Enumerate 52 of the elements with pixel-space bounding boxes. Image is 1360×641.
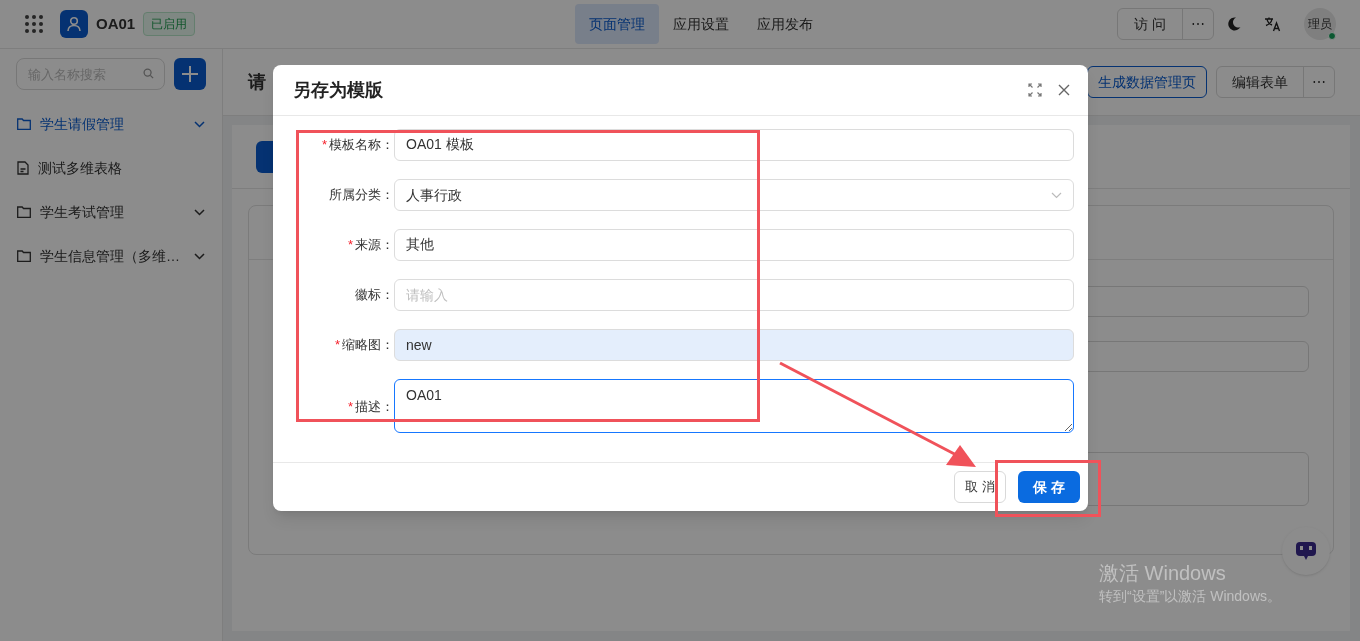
nav-tab[interactable]: 应用设置	[659, 4, 743, 44]
chevron-icon	[1051, 191, 1062, 199]
folder-icon	[17, 206, 31, 218]
chevron-icon	[194, 252, 205, 260]
select-field[interactable]: 人事行政	[394, 179, 1074, 211]
input-field[interactable]: new	[394, 329, 1074, 361]
folder-icon	[17, 250, 31, 262]
moon-icon[interactable]	[1226, 16, 1242, 32]
item-label: 学生考试管理	[40, 202, 124, 222]
apps-grid-icon[interactable]	[24, 14, 44, 34]
item-label: 学生请假管理	[40, 114, 124, 134]
status-badge: 已启用	[143, 12, 196, 36]
plus-icon	[181, 65, 200, 83]
sidebar-item[interactable]: 学生请假管理	[0, 102, 222, 146]
close-icon[interactable]	[1058, 84, 1070, 96]
translate-icon[interactable]	[1264, 16, 1282, 32]
cancel-button[interactable]: 取 消	[954, 471, 1007, 503]
input-field[interactable]: 请输入	[394, 279, 1074, 311]
field-label: 徽标：	[354, 286, 394, 305]
add-button[interactable]	[174, 58, 206, 90]
edit-form-button[interactable]: 编辑表单	[1217, 67, 1304, 97]
search-icon	[143, 68, 155, 79]
document-icon	[17, 161, 29, 175]
user-avatar[interactable]: 理员	[1304, 8, 1336, 40]
field-label: *描述：	[346, 398, 394, 416]
sidebar-item[interactable]: 学生信息管理（多维…	[0, 234, 222, 278]
field-label: *模板名称：	[320, 136, 394, 155]
description-field[interactable]: OA01	[394, 379, 1074, 433]
input-field[interactable]: 其他	[394, 229, 1074, 261]
input-field[interactable]: OA01 模板	[394, 129, 1074, 161]
field-label: *来源：	[346, 236, 394, 255]
select-value: 人事行政	[406, 185, 462, 205]
chevron-icon	[194, 208, 205, 216]
nav-tab[interactable]: 应用发布	[743, 4, 827, 44]
folder-icon	[17, 118, 31, 130]
fullscreen-icon[interactable]	[1028, 83, 1042, 97]
sidebar-item[interactable]: 测试多维表格	[0, 146, 222, 190]
field-label: *缩略图：	[333, 336, 394, 355]
field-label: 所属分类：	[328, 186, 394, 205]
app-name: OA01	[96, 13, 136, 34]
chevron-icon	[194, 120, 205, 128]
more-button[interactable]: ⋯	[1304, 67, 1334, 97]
sidebar-item[interactable]: 学生考试管理	[0, 190, 222, 234]
app-logo-icon	[60, 10, 88, 38]
nav-tab[interactable]: 页面管理	[575, 4, 659, 44]
more-button[interactable]: ⋯	[1183, 9, 1213, 39]
item-label: 学生信息管理（多维…	[40, 246, 180, 266]
save-button[interactable]: 保 存	[1018, 471, 1080, 503]
page-title: 请	[248, 70, 266, 94]
item-label: 测试多维表格	[38, 158, 122, 178]
dialog-title: 另存为模版	[293, 78, 383, 102]
visit-button[interactable]: 访 问	[1118, 9, 1183, 39]
